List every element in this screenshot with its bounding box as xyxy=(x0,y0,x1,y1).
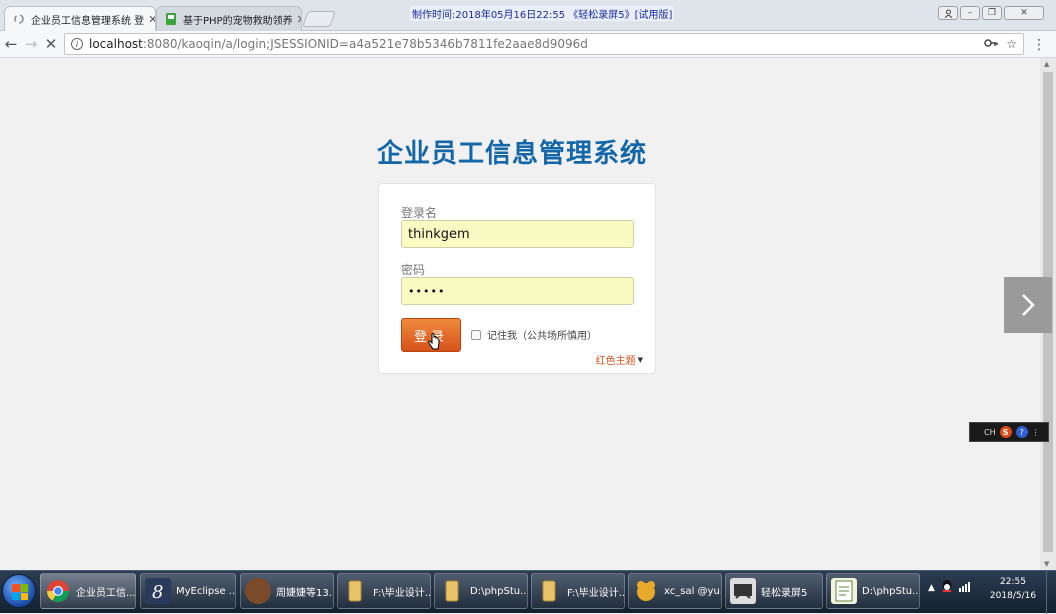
start-button[interactable] xyxy=(2,574,36,608)
restore-button[interactable]: ❐ xyxy=(982,6,1002,20)
caret-down-icon: ▼ xyxy=(637,355,643,364)
user-icon[interactable] xyxy=(938,6,958,20)
page-icon xyxy=(165,13,177,25)
taskbar-item-label: 企业员工信... xyxy=(76,587,136,599)
taskbar-item-label: xc_sal @yu... xyxy=(664,585,721,597)
hand-cursor-icon xyxy=(428,333,440,351)
remember-me[interactable]: 记住我（公共场所慎用） xyxy=(471,327,597,342)
clock-date: 2018/5/16 xyxy=(989,591,1037,601)
ime-menu-icon[interactable]: ⋮ xyxy=(1032,428,1040,437)
theme-label: 红色主题 xyxy=(595,356,636,367)
close-icon[interactable]: ✕ xyxy=(144,13,155,26)
system-tray: ▲ xyxy=(928,579,973,596)
folder-icon xyxy=(536,578,562,604)
taskbar-item-label: 轻松录屏5 xyxy=(761,587,808,599)
scroll-down-icon[interactable]: ▼ xyxy=(1044,560,1049,568)
taskbar-item-label: 周婕婕等13... xyxy=(276,587,334,599)
taskbar-item-label: MyEclipse ... xyxy=(176,585,236,597)
scroll-up-icon[interactable]: ▲ xyxy=(1044,60,1049,68)
tab-title: 基于PHP的宠物救助领养 xyxy=(183,15,293,27)
folder-icon xyxy=(342,578,368,604)
notepad-icon xyxy=(831,578,857,604)
forward-icon[interactable]: → xyxy=(22,35,40,53)
browser-tabbar: 企业员工信息管理系统 登 ✕ 基于PHP的宠物救助领养 ✕ 制作时间:2018年… xyxy=(0,0,1056,31)
avatar-icon xyxy=(245,578,271,604)
tab-login-page[interactable]: 企业员工信息管理系统 登 ✕ xyxy=(4,6,156,31)
stop-icon[interactable]: ✕ xyxy=(42,35,60,53)
address-bar[interactable]: i localhost :8080/kaoqin/a/login;JSESSIO… xyxy=(64,33,1024,55)
navicat-icon xyxy=(633,578,659,604)
password-label: 密码 xyxy=(401,263,426,277)
new-tab-button[interactable] xyxy=(302,11,336,27)
tray-expand-icon[interactable]: ▲ xyxy=(928,583,935,593)
url-path: :8080/kaoqin/a/login;JSESSIONID=a4a521e7… xyxy=(142,37,588,51)
key-icon[interactable] xyxy=(984,37,998,51)
taskbar-item-folder-2[interactable]: D:\phpStu... xyxy=(434,573,528,609)
taskbar-item-label: F:\毕业设计... xyxy=(373,587,431,599)
sogou-icon[interactable]: S xyxy=(999,426,1012,438)
help-icon[interactable]: ? xyxy=(1015,426,1028,438)
login-form: 登录名 thinkgem 密码 ••••• 登录 记住我（公共场所慎用） 红色主… xyxy=(378,183,656,374)
loading-icon xyxy=(13,13,25,25)
clock-time: 22:55 xyxy=(1000,577,1026,587)
next-arrow-button[interactable] xyxy=(1004,277,1052,333)
theme-dropdown[interactable]: 红色主题 ▼ xyxy=(595,352,643,368)
window-controls: – ❐ ✕ xyxy=(938,6,1044,20)
system-clock[interactable]: 22:55 2018/5/16 xyxy=(988,575,1038,603)
recorder-icon xyxy=(730,578,756,604)
taskbar-item-folder-3[interactable]: F:\毕业设计... xyxy=(531,573,625,609)
recorder-banner: 制作时间:2018年05月16日22:55 《轻松录屏5》[试用版] xyxy=(410,6,675,21)
password-input[interactable]: ••••• xyxy=(401,277,634,305)
windows-taskbar: 企业员工信... 8 MyEclipse ... 周婕婕等13... F:\毕业… xyxy=(0,570,1056,614)
ime-toolbar[interactable]: CH S ? ⋮ xyxy=(969,422,1049,442)
windows-logo-icon xyxy=(12,584,28,600)
minimize-button[interactable]: – xyxy=(960,6,980,20)
taskbar-item-chrome[interactable]: 企业员工信... xyxy=(40,573,136,609)
ime-language: CH xyxy=(984,427,996,437)
remember-label: 记住我（公共场所慎用） xyxy=(487,331,597,342)
taskbar-item-chat[interactable]: 周婕婕等13... xyxy=(240,573,334,609)
qq-icon[interactable] xyxy=(941,579,953,596)
remember-checkbox[interactable] xyxy=(471,329,481,340)
username-label: 登录名 xyxy=(401,206,438,220)
browser-navbar: ← → ✕ i localhost :8080/kaoqin/a/login;J… xyxy=(0,31,1056,58)
taskbar-item-label: D:\phpStu... xyxy=(862,585,920,597)
svg-text:8: 8 xyxy=(152,582,163,603)
menu-icon[interactable]: ⋮ xyxy=(1032,37,1046,53)
username-input[interactable]: thinkgem xyxy=(401,220,634,248)
taskbar-item-label: D:\phpStu... xyxy=(470,585,528,597)
bookmark-star-icon[interactable]: ☆ xyxy=(1006,37,1017,51)
folder-icon xyxy=(439,578,465,604)
back-icon[interactable]: ← xyxy=(2,35,20,53)
tab-pet-rescue[interactable]: 基于PHP的宠物救助领养 ✕ xyxy=(156,6,302,31)
taskbar-item-myeclipse[interactable]: 8 MyEclipse ... xyxy=(140,573,236,609)
taskbar-item-label: F:\毕业设计... xyxy=(567,587,625,599)
tab-title: 企业员工信息管理系统 登 xyxy=(31,15,145,27)
taskbar-item-notepad[interactable]: D:\phpStu... xyxy=(826,573,920,609)
taskbar-item-navicat[interactable]: xc_sal @yu... xyxy=(628,573,722,609)
taskbar-item-folder-1[interactable]: F:\毕业设计... xyxy=(337,573,431,609)
system-title: 企业员工信息管理系统 xyxy=(377,139,648,169)
info-icon[interactable]: i xyxy=(71,38,83,50)
close-window-button[interactable]: ✕ xyxy=(1004,6,1044,20)
close-icon[interactable]: ✕ xyxy=(293,13,301,26)
chrome-icon xyxy=(45,578,71,604)
network-icon[interactable] xyxy=(958,580,973,595)
myeclipse-icon: 8 xyxy=(145,578,171,604)
show-desktop-button[interactable] xyxy=(1046,571,1056,614)
taskbar-item-recorder[interactable]: 轻松录屏5 xyxy=(725,573,823,609)
url-host: localhost xyxy=(89,37,143,51)
